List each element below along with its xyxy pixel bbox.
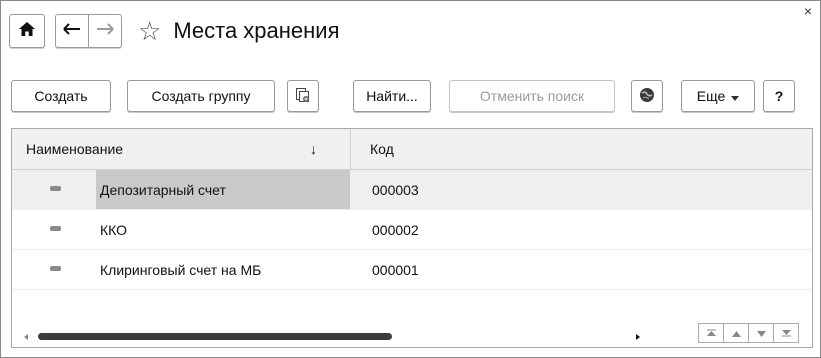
row-name: Депозитарный счет — [96, 170, 350, 209]
window: × ☆ Места хранения Создать Создать групп… — [0, 0, 821, 358]
back-arrow-icon — [63, 22, 81, 40]
row-name: ККО — [100, 221, 128, 238]
column-header-name[interactable]: Наименование — [26, 129, 336, 169]
column-header-name-label: Наименование — [26, 141, 124, 157]
more-button[interactable]: Еще — [681, 80, 755, 112]
row-code: 000001 — [372, 261, 419, 278]
scroll-up-icon — [731, 324, 741, 342]
back-button[interactable] — [55, 14, 89, 48]
home-button[interactable] — [9, 14, 45, 48]
item-marker-icon — [50, 266, 61, 271]
row-nav-buttons — [698, 323, 808, 343]
nav-group — [55, 14, 122, 48]
star-icon[interactable]: ☆ — [138, 18, 161, 44]
more-label: Еще — [696, 88, 726, 104]
row-code: 000003 — [372, 181, 419, 198]
item-marker-icon — [50, 226, 61, 231]
dropdown-icon — [731, 88, 740, 104]
copy-button[interactable] — [287, 80, 319, 112]
globe-icon — [639, 87, 655, 106]
scroll-top-button[interactable] — [698, 323, 724, 343]
column-header-code[interactable]: Код — [370, 129, 394, 169]
horizontal-scrollbar[interactable] — [24, 333, 654, 341]
forward-arrow-icon — [96, 22, 114, 40]
row-name: Клиринговый счет на МБ — [100, 261, 262, 278]
scrollbar-thumb[interactable] — [38, 333, 392, 340]
column-divider — [350, 129, 351, 169]
data-table: Наименование ↓ Код Депозитарный счет 000… — [11, 128, 813, 348]
cancel-search-button[interactable]: Отменить поиск — [449, 80, 615, 112]
table-row[interactable]: Депозитарный счет 000003 — [12, 170, 812, 210]
scroll-left-icon[interactable] — [24, 334, 28, 340]
title-bar: ☆ Места хранения — [9, 13, 340, 49]
create-button[interactable]: Создать — [11, 80, 111, 112]
home-icon — [19, 21, 35, 41]
table-row[interactable]: ККО 000002 — [12, 210, 812, 250]
table-header: Наименование ↓ Код — [12, 129, 812, 170]
help-button[interactable]: ? — [763, 80, 795, 112]
row-code: 000002 — [372, 221, 419, 238]
forward-button[interactable] — [89, 14, 122, 48]
create-group-button[interactable]: Создать группу — [127, 80, 275, 112]
scroll-down-button[interactable] — [749, 323, 774, 343]
table-row[interactable]: Клиринговый счет на МБ 000001 — [12, 250, 812, 290]
page-title: Места хранения — [173, 18, 340, 43]
scroll-bottom-icon — [781, 324, 791, 342]
scroll-right-icon[interactable] — [636, 334, 640, 340]
globe-button[interactable] — [631, 80, 663, 112]
find-button[interactable]: Найти... — [353, 80, 431, 112]
close-icon[interactable]: × — [804, 3, 812, 19]
scroll-top-icon — [706, 324, 716, 342]
scroll-bottom-button[interactable] — [774, 323, 799, 343]
scroll-down-icon — [756, 324, 766, 342]
scroll-up-button[interactable] — [724, 323, 749, 343]
column-header-code-label: Код — [370, 141, 394, 157]
item-marker-icon — [50, 186, 61, 191]
copy-icon — [295, 87, 311, 106]
sort-indicator-icon: ↓ — [310, 141, 317, 157]
